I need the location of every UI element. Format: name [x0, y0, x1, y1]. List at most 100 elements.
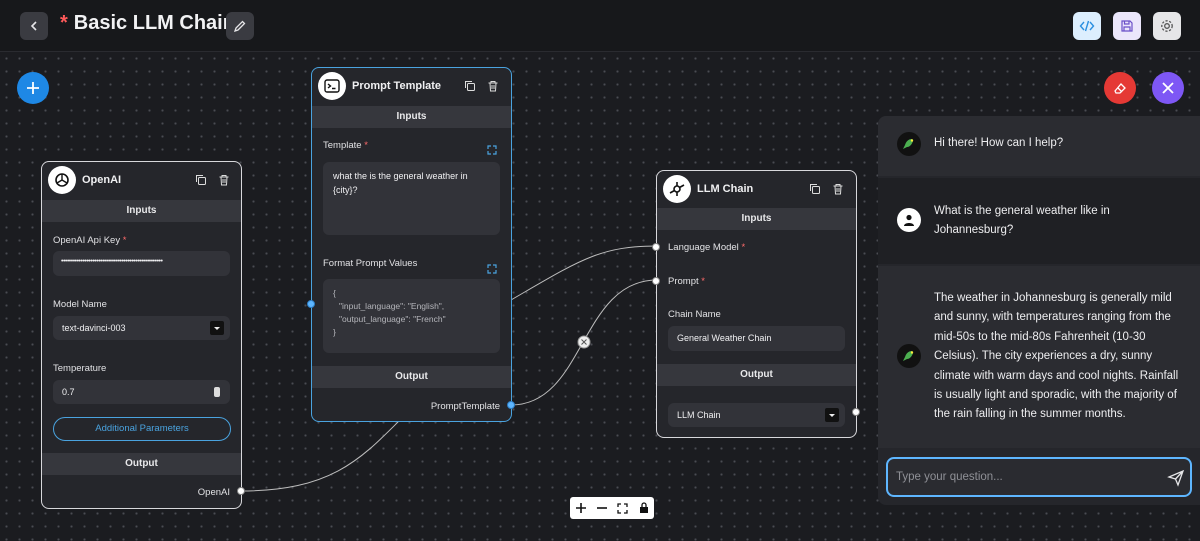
expand-icon[interactable]: [487, 142, 497, 155]
required-marker: *: [364, 140, 368, 151]
temperature-value: 0.7: [62, 387, 75, 397]
chain-name-value: General Weather Chain: [677, 333, 772, 343]
inputs-section-header: Inputs: [312, 106, 511, 128]
pencil-icon: [233, 20, 246, 33]
chevron-down-icon: [210, 321, 224, 335]
close-chat-button[interactable]: [1152, 72, 1184, 104]
save-icon: [1121, 20, 1133, 32]
api-key-field[interactable]: ••••••••••••••••••••••••••••••••••••••••…: [53, 251, 230, 276]
back-button[interactable]: [20, 12, 48, 40]
chat-message-line: is usually light and sporadic, with the …: [934, 389, 1177, 402]
copy-icon[interactable]: [464, 79, 478, 93]
chain-link-icon: [663, 175, 691, 203]
gear-icon: [1161, 20, 1173, 32]
prompt-label: Prompt *: [668, 276, 705, 287]
temperature-label: Temperature: [53, 363, 107, 374]
inputs-section-header: Inputs: [657, 208, 856, 230]
edit-title-button[interactable]: [226, 12, 254, 40]
openai-output-handle[interactable]: [237, 487, 245, 495]
node-header[interactable]: LLM Chain: [657, 171, 856, 209]
llm-chain-output-handle[interactable]: [852, 408, 860, 416]
settings-button[interactable]: [1153, 12, 1181, 40]
chat-message-line: The weather in Johannesburg is generally…: [934, 292, 1172, 304]
output-handle-label: OpenAI: [197, 487, 230, 498]
zoom-in-icon[interactable]: [574, 501, 588, 515]
node-title: Prompt Template: [352, 80, 442, 92]
chat-message-line: the rain falling in the summer months.: [934, 408, 1126, 421]
template-label: Template *: [323, 140, 368, 151]
template-line-2: {city}?: [333, 185, 358, 195]
node-title: LLM Chain: [697, 183, 754, 195]
required-marker: *: [741, 242, 746, 253]
inputs-section-header: Inputs: [42, 200, 241, 222]
chain-name-label: Chain Name: [668, 309, 721, 320]
expand-icon[interactable]: [487, 261, 497, 274]
llm-chain-node[interactable]: LLM Chain Inputs Language Model * Prompt…: [652, 170, 860, 438]
prompt-output-handle[interactable]: [507, 401, 515, 409]
chat-message-line: What is the general weather like in: [934, 205, 1110, 217]
fit-view-icon[interactable]: [616, 501, 630, 515]
chat-message-bot: Hi there! How can I help?: [878, 116, 1200, 176]
save-button[interactable]: [1113, 12, 1141, 40]
chat-message-line: climate with warm days and cool nights. …: [934, 369, 1179, 382]
terminal-icon: [318, 72, 346, 100]
code-icon: [1079, 20, 1095, 32]
page-title: * Basic LLM Chain: [60, 12, 235, 35]
flow-title: Basic LLM Chain: [73, 12, 235, 34]
node-header[interactable]: OpenAI: [42, 162, 241, 200]
chat-input[interactable]: [896, 468, 1146, 486]
prompt-input-handle[interactable]: [652, 277, 660, 285]
chat-message-bot: The weather in Johannesburg is generally…: [878, 266, 1200, 448]
user-avatar-icon: [897, 208, 921, 232]
template-label-text: Template: [323, 140, 362, 151]
prompt-input-handle[interactable]: [307, 300, 315, 308]
copy-icon[interactable]: [809, 182, 823, 196]
api-key-label: OpenAI Api Key *: [53, 235, 126, 246]
zoom-out-icon[interactable]: [595, 501, 609, 515]
model-name-select[interactable]: text-davinci-003: [53, 316, 230, 340]
model-name-value: text-davinci-003: [62, 323, 126, 333]
node-title: OpenAI: [82, 174, 122, 186]
output-handle-label: PromptTemplate: [430, 401, 500, 412]
format-line-3: "output_language": "French": [339, 314, 446, 324]
language-model-input-handle[interactable]: [652, 243, 660, 251]
zoom-controls: [570, 497, 654, 519]
format-prompt-values-field[interactable]: { "input_language": "English", "output_l…: [323, 279, 500, 353]
stepper-icon[interactable]: [214, 387, 220, 397]
output-type-select[interactable]: LLM Chain: [668, 403, 845, 427]
add-node-button[interactable]: [17, 72, 49, 104]
language-model-label: Language Model *: [668, 242, 745, 253]
template-textarea[interactable]: what the is the general weather in {city…: [323, 162, 500, 235]
close-icon: [1162, 82, 1174, 94]
chat-message-line: and sunny, with temperatures ranging fro…: [934, 311, 1171, 324]
send-icon[interactable]: [1167, 469, 1185, 487]
language-model-label-text: Language Model: [668, 242, 739, 253]
openai-logo-icon: [48, 166, 76, 194]
additional-parameters-button[interactable]: Additional Parameters: [53, 417, 231, 441]
temperature-input[interactable]: 0.7: [53, 380, 230, 404]
plus-icon: [27, 82, 39, 94]
output-section-header: Output: [42, 453, 241, 475]
chevron-left-icon: [30, 21, 37, 31]
parrot-icon: [897, 344, 921, 368]
format-line-2: "input_language": "English",: [339, 301, 445, 311]
trash-icon[interactable]: [487, 79, 501, 93]
required-marker: *: [701, 276, 705, 287]
chat-panel: Hi there! How can I help? What is the ge…: [878, 116, 1200, 505]
api-key-label-text: OpenAI Api Key: [53, 235, 121, 246]
copy-icon[interactable]: [195, 173, 209, 187]
api-code-button[interactable]: [1073, 12, 1101, 40]
chat-message-text: Hi there! How can I help?: [934, 137, 1064, 149]
unsaved-marker: *: [60, 12, 68, 34]
prompt-template-node[interactable]: Prompt Template Inputs Template * what t…: [307, 67, 515, 422]
required-marker: *: [122, 235, 127, 246]
trash-icon[interactable]: [218, 173, 232, 187]
node-header[interactable]: Prompt Template: [312, 68, 511, 106]
lock-icon[interactable]: [637, 501, 651, 515]
top-bar: * Basic LLM Chain: [0, 0, 1200, 52]
openai-node[interactable]: OpenAI Inputs OpenAI Api Key * •••••••••…: [41, 161, 245, 509]
chat-input-box[interactable]: [886, 457, 1192, 497]
clear-chat-button[interactable]: [1104, 72, 1136, 104]
trash-icon[interactable]: [832, 182, 846, 196]
chain-name-input[interactable]: General Weather Chain: [668, 326, 845, 351]
